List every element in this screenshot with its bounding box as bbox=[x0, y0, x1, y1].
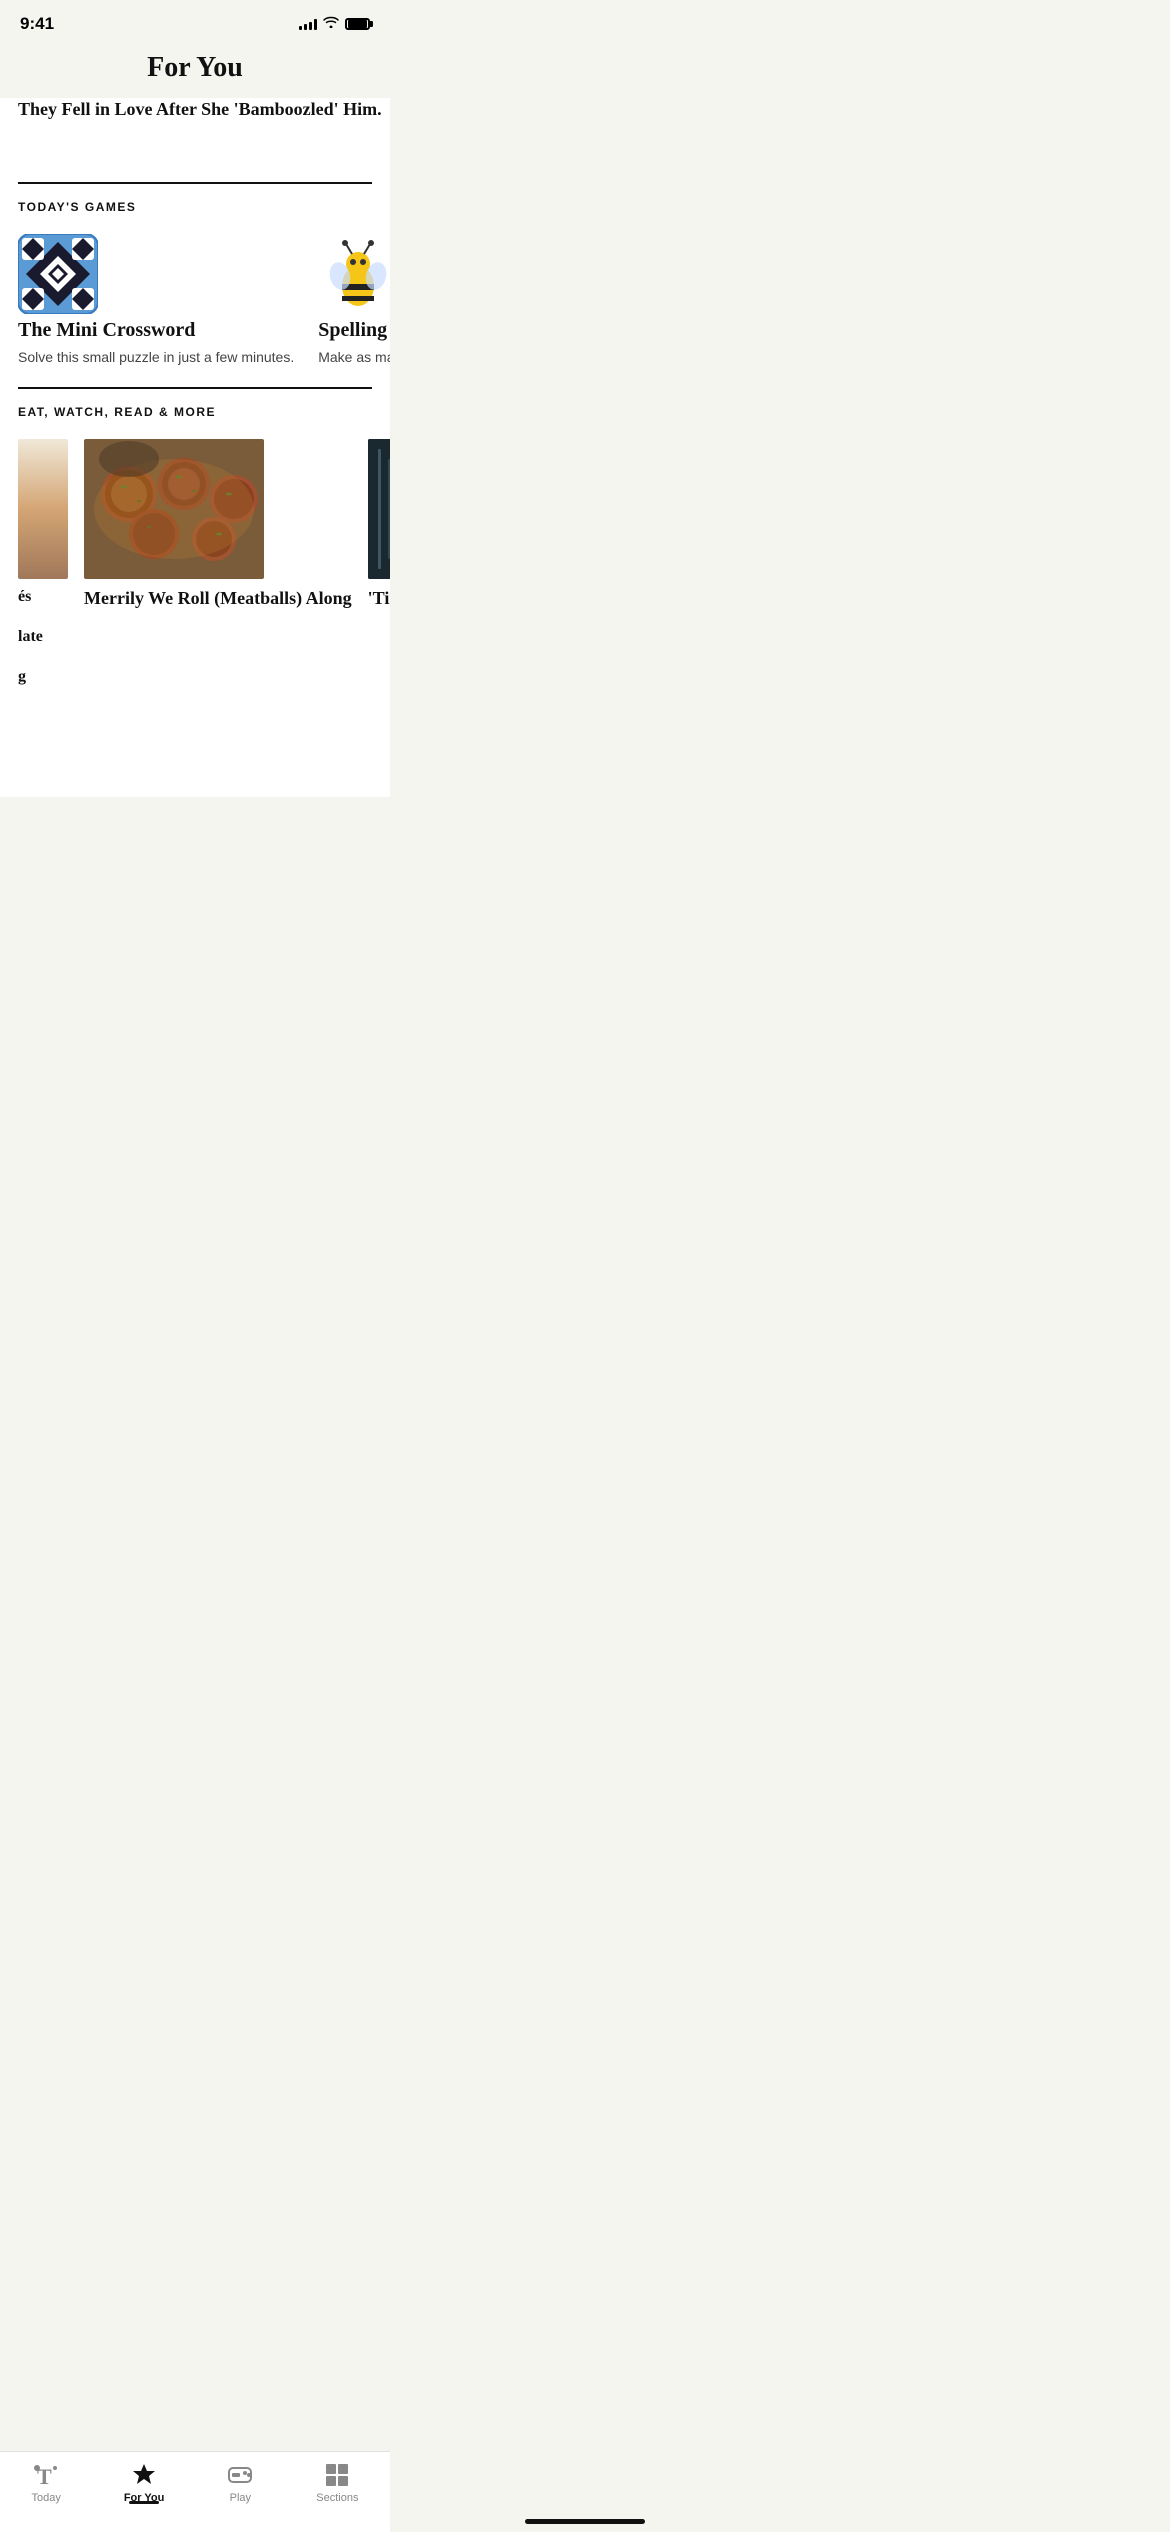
eat-card-partial-left[interactable]: éslateg bbox=[18, 439, 68, 687]
active-indicator bbox=[129, 2501, 159, 2504]
nav-play-label: Play bbox=[230, 2492, 251, 2504]
spelling-bee-icon bbox=[318, 234, 390, 314]
games-section-label: TODAY'S GAMES bbox=[18, 200, 136, 214]
battery-icon bbox=[345, 18, 370, 30]
nav-for-you[interactable]: For You bbox=[124, 2462, 165, 2504]
home-indicator bbox=[525, 2519, 645, 2524]
eat-section-label: EAT, WATCH, READ & MORE bbox=[18, 405, 216, 419]
games-scroll[interactable]: The Mini Crossword Solve this small puzz… bbox=[0, 224, 390, 388]
eat-image-meatballs bbox=[84, 439, 264, 579]
nav-today-label: Today bbox=[31, 2492, 60, 2504]
eat-image-sarah-jarosz bbox=[368, 439, 390, 579]
grid-icon bbox=[324, 2462, 350, 2488]
nav-today[interactable]: T Today bbox=[31, 2462, 60, 2504]
signal-icon bbox=[299, 18, 317, 30]
game-title-mini-crossword: The Mini Crossword bbox=[18, 319, 294, 342]
main-content: They Fell in Love After She 'Bamboozled'… bbox=[0, 98, 390, 797]
play-icon bbox=[227, 2462, 253, 2488]
nav-play[interactable]: Play bbox=[227, 2462, 253, 2504]
games-section-header: TODAY'S GAMES bbox=[0, 184, 390, 224]
article-card-1[interactable]: They Fell in Love After She 'Bamboozled'… bbox=[18, 98, 382, 166]
status-time: 9:41 bbox=[20, 14, 54, 34]
bottom-nav: T Today For You bbox=[0, 2451, 390, 2532]
star-icon bbox=[131, 2462, 157, 2488]
nyt-icon: T bbox=[33, 2462, 59, 2488]
game-card-spelling-bee[interactable]: Spelling Bee Make as many words as you c… bbox=[318, 234, 390, 368]
wifi-icon bbox=[323, 15, 339, 33]
nav-sections[interactable]: Sections bbox=[316, 2462, 358, 2504]
top-articles-scroll[interactable]: They Fell in Love After She 'Bamboozled'… bbox=[0, 98, 390, 182]
game-card-mini-crossword[interactable]: The Mini Crossword Solve this small puzz… bbox=[18, 234, 294, 368]
eat-title-meatballs: Merrily We Roll (Meatballs) Along bbox=[84, 587, 352, 610]
game-desc-mini-crossword: Solve this small puzzle in just a few mi… bbox=[18, 348, 294, 368]
page-header: For You bbox=[0, 42, 390, 98]
eat-title-sarah-jarosz: 'Tired of Being Quiet,' Sarah Jarosz Tes… bbox=[368, 587, 390, 610]
eat-scroll[interactable]: éslateg bbox=[0, 429, 390, 707]
status-icons bbox=[299, 15, 370, 33]
eat-card-sarah-jarosz[interactable]: 'Tired of Being Quiet,' Sarah Jarosz Tes… bbox=[368, 439, 390, 687]
game-title-spelling-bee: Spelling Bee bbox=[318, 319, 390, 342]
eat-section-header: EAT, WATCH, READ & MORE bbox=[0, 389, 390, 429]
mini-crossword-icon bbox=[18, 234, 98, 314]
nav-sections-label: Sections bbox=[316, 2492, 358, 2504]
page-title: For You bbox=[20, 52, 370, 84]
eat-partial-image-left bbox=[18, 439, 68, 579]
eat-partial-title-left: éslateg bbox=[18, 587, 68, 687]
status-bar: 9:41 bbox=[0, 0, 390, 42]
eat-card-meatballs[interactable]: Merrily We Roll (Meatballs) Along bbox=[84, 439, 352, 687]
article-title-1: They Fell in Love After She 'Bamboozled'… bbox=[18, 99, 382, 119]
game-desc-spelling-bee: Make as many words as you can with 7 let… bbox=[318, 348, 390, 368]
